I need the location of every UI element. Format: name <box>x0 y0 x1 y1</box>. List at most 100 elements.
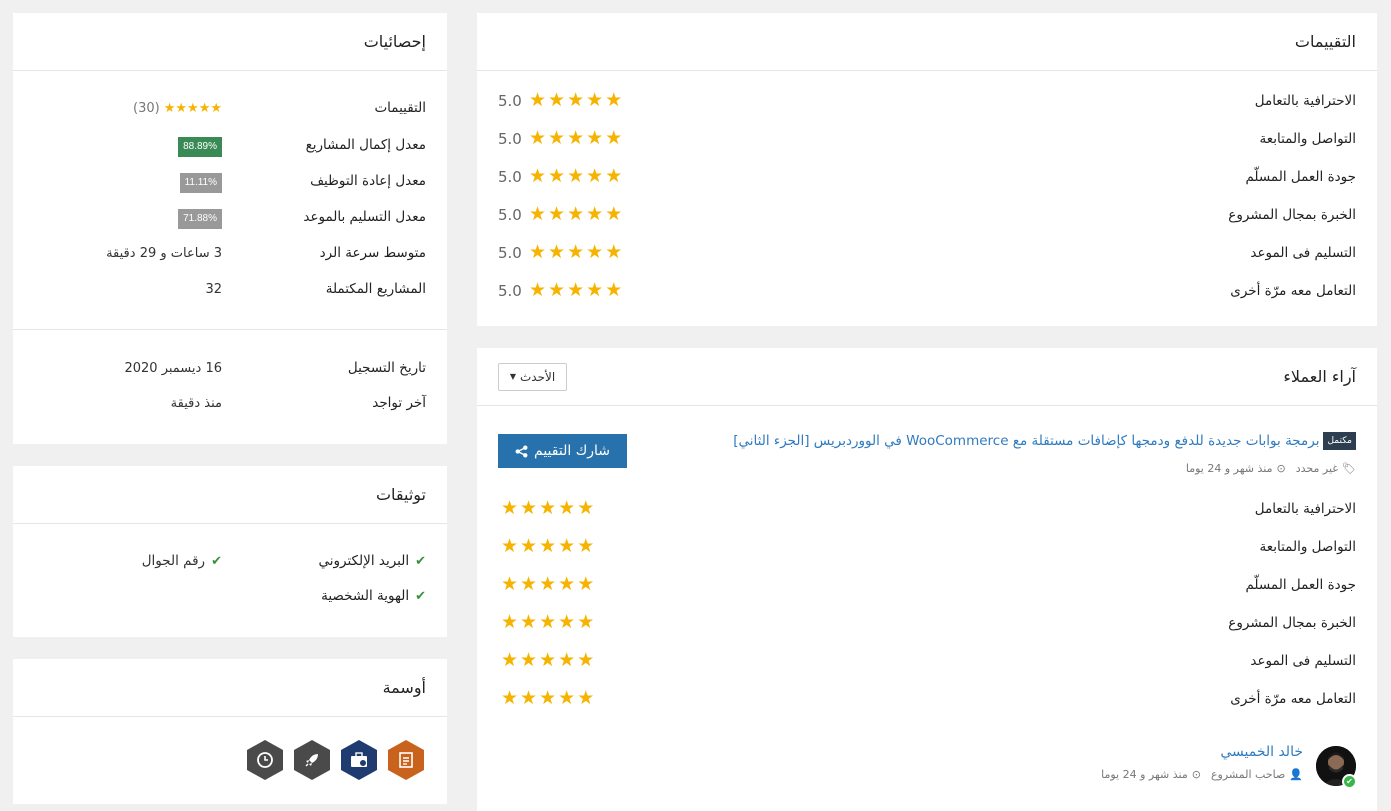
project-title-row: مكتمل برمجة بوابات جديدة للدفع ودمجها كإ… <box>733 432 1356 450</box>
star-rating: ★ ★ ★ ★ ★ <box>529 91 622 110</box>
completion-rate-label: معدل إكمال المشاريع <box>305 137 426 153</box>
star-icon: ★ <box>586 279 604 301</box>
star-rating: ★ ★ ★ ★ ★ <box>501 575 594 594</box>
sort-label: الأحدث <box>519 369 556 384</box>
criteria-label: التواصل والمتابعة <box>1259 539 1356 555</box>
check-icon: ✔ <box>415 589 426 604</box>
reviews-panel: آراء العملاء الأحدث ▼ مكتمل برمجة بوابات… <box>477 348 1377 811</box>
star-rating: ★ ★ ★ ★ ★ <box>529 129 622 148</box>
rehire-rate-label: معدل إعادة التوظيف <box>310 173 426 189</box>
project-time: منذ شهر و 24 يوما <box>1185 462 1273 475</box>
verified-email: ✔البريد الإلكتروني <box>318 553 427 569</box>
star-icon: ★ <box>567 279 585 301</box>
completed-projects-label: المشاريع المكتملة <box>325 281 426 297</box>
star-icon: ★ <box>539 573 557 595</box>
star-icon: ★ <box>577 497 595 519</box>
verifications-header: توثيقات <box>13 466 447 524</box>
star-rating: ★ ★ ★ ★ ★ <box>529 167 622 186</box>
stats-ratings-label: التقييمات <box>374 100 426 116</box>
rating-row: التسليم فى الموعد ★ ★ ★ ★ ★ 5.0 <box>477 241 1377 265</box>
star-icon: ★ <box>558 497 576 519</box>
rating-row: جودة العمل المسلّم ★ ★ ★ ★ ★ 5.0 <box>477 165 1377 189</box>
star-icon: ★ <box>539 649 557 671</box>
user-icon: 👤 <box>1289 768 1303 781</box>
star-icon: ★ <box>558 573 576 595</box>
check-icon: ✔ <box>415 554 426 569</box>
verified-identity: ✔الهوية الشخصية <box>321 588 426 604</box>
star-rating: ★ ★ ★ ★ ★ <box>529 281 622 300</box>
registered-value: 16 ديسمبر 2020 <box>124 361 222 376</box>
reviews-header: آراء العملاء الأحدث ▼ <box>477 348 1377 406</box>
reviewer-name[interactable]: خالد الخميسي <box>1220 744 1303 760</box>
star-rating: ★ ★ ★ ★ ★ <box>501 613 594 632</box>
star-icon: ★ <box>501 687 519 709</box>
briefcase-icon[interactable] <box>341 740 377 780</box>
star-icon: ★ <box>577 687 595 709</box>
last-seen-value: منذ دقيقة <box>170 396 222 411</box>
star-rating: ★ ★ ★ ★ ★ <box>163 101 222 116</box>
star-rating: ★ ★ ★ ★ ★ <box>529 243 622 262</box>
rating-score: 5.0 <box>498 206 522 224</box>
ratings-count: (30) <box>133 101 160 116</box>
star-icon: ★ <box>501 497 519 519</box>
star-icon: ★ <box>586 165 604 187</box>
rating-label: التعامل معه مرّة أخرى <box>1230 283 1356 299</box>
clock-icon[interactable] <box>247 740 283 780</box>
star-icon: ★ <box>501 573 519 595</box>
star-icon: ★ <box>605 279 623 301</box>
star-icon: ★ <box>577 611 595 633</box>
ontime-rate-badge: 71.88% <box>178 209 222 229</box>
ontime-rate-label: معدل التسليم بالموعد <box>303 209 426 225</box>
star-icon: ★ <box>529 241 547 263</box>
last-seen-label: آخر تواجد <box>372 395 426 411</box>
criteria-label: جودة العمل المسلّم <box>1245 577 1356 593</box>
rating-score: 5.0 <box>498 282 522 300</box>
stats-header: إحصائيات <box>13 13 447 71</box>
stats-ratings-value: ★ ★ ★ ★ ★ (30) <box>133 101 222 116</box>
tag-icon: 🏷 <box>1342 462 1356 475</box>
criteria-label: الاحترافية بالتعامل <box>1254 501 1356 517</box>
star-icon: ★ <box>567 241 585 263</box>
star-icon: ★ <box>558 649 576 671</box>
share-icon <box>515 445 528 457</box>
star-icon: ★ <box>605 127 623 149</box>
rating-label: الخبرة بمجال المشروع <box>1228 207 1356 223</box>
ratings-header: التقييمات <box>477 13 1377 71</box>
reviewer-time: منذ شهر و 24 يوما <box>1101 768 1188 781</box>
project-link[interactable]: برمجة بوابات جديدة للدفع ودمجها كإضافات … <box>733 433 1319 449</box>
registered-label: تاريخ التسجيل <box>347 360 426 376</box>
clock-small-icon: ⊙ <box>1191 768 1201 781</box>
badges-row <box>247 740 424 780</box>
review-criteria-row: الخبرة بمجال المشروع ★ ★ ★ ★ ★ <box>477 611 1377 635</box>
status-badge: مكتمل <box>1323 432 1356 450</box>
notepad-icon[interactable] <box>388 740 424 780</box>
badges-panel: أوسمة <box>13 659 447 804</box>
review-criteria-row: التسليم فى الموعد ★ ★ ★ ★ ★ <box>477 649 1377 673</box>
share-label: شارك التقييم <box>534 443 610 459</box>
verified-phone: ✔رقم الجوال <box>141 553 222 569</box>
star-icon: ★ <box>529 127 547 149</box>
star-icon: ★ <box>529 89 547 111</box>
response-time-label: متوسط سرعة الرد <box>319 245 426 261</box>
star-icon: ★ <box>548 89 566 111</box>
star-icon: ★ <box>558 687 576 709</box>
review-criteria-row: التعامل معه مرّة أخرى ★ ★ ★ ★ ★ <box>477 687 1377 711</box>
reviewer-role: صاحب المشروع <box>1210 768 1286 781</box>
ratings-panel: التقييمات الاحترافية بالتعامل ★ ★ ★ ★ ★ 5.0 الت… <box>477 13 1377 326</box>
rating-label: التواصل والمتابعة <box>1259 131 1356 147</box>
star-icon: ★ <box>548 241 566 263</box>
share-review-button[interactable]: شارك التقييم <box>498 434 627 468</box>
star-icon: ★ <box>567 165 585 187</box>
star-icon: ★ <box>548 203 566 225</box>
rating-label: الاحترافية بالتعامل <box>1254 93 1356 109</box>
ratings-title: التقييمات <box>1294 32 1356 51</box>
rocket-icon[interactable] <box>294 740 330 780</box>
star-icon: ★ <box>501 649 519 671</box>
sort-dropdown[interactable]: الأحدث ▼ <box>498 362 567 391</box>
rating-label: جودة العمل المسلّم <box>1245 169 1356 185</box>
star-icon: ★ <box>501 611 519 633</box>
star-icon: ★ <box>586 241 604 263</box>
star-icon: ★ <box>520 535 538 557</box>
rating-row: التواصل والمتابعة ★ ★ ★ ★ ★ 5.0 <box>477 127 1377 151</box>
rating-row: التعامل معه مرّة أخرى ★ ★ ★ ★ ★ 5.0 <box>477 279 1377 303</box>
